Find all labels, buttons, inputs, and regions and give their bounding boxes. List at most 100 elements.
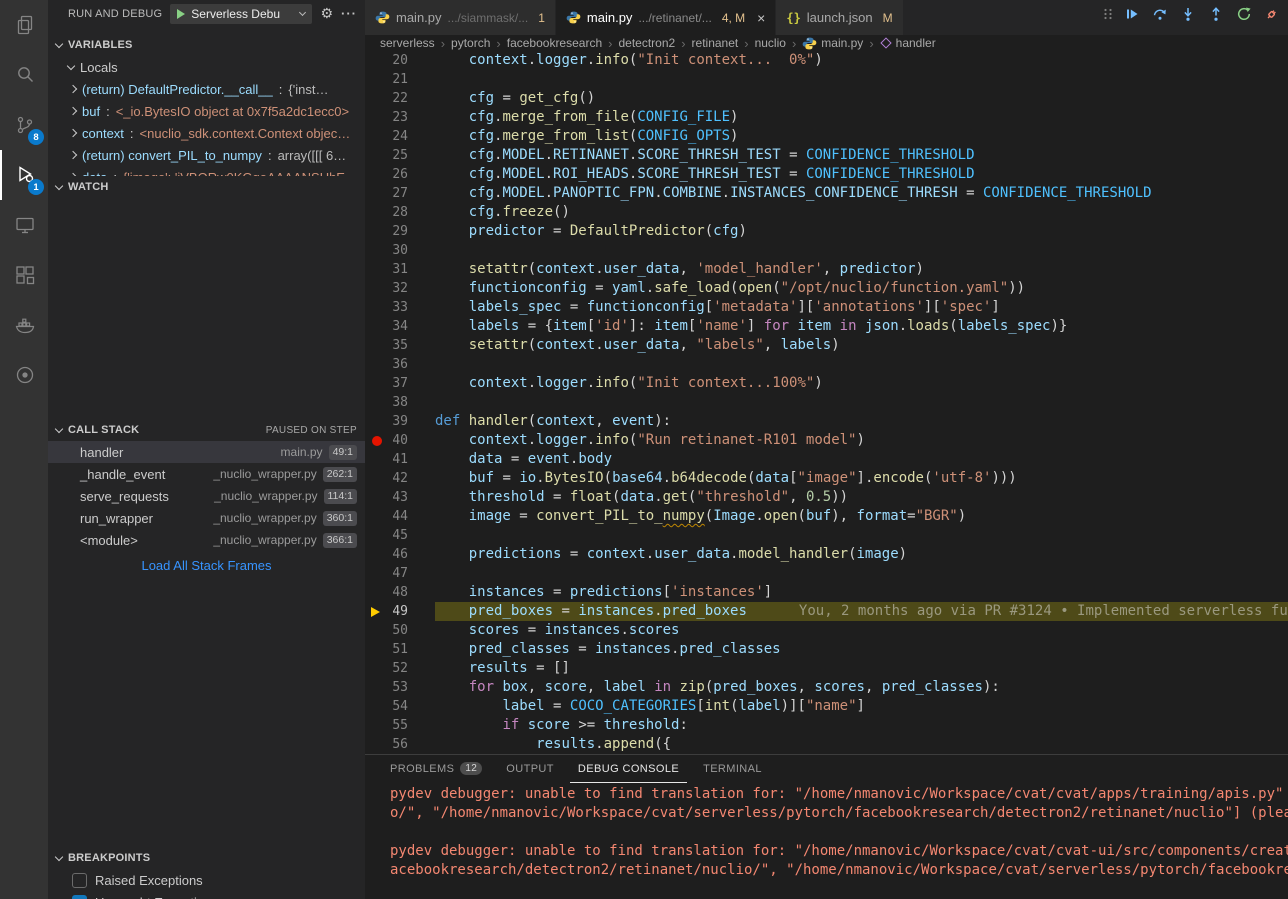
gutter[interactable]: 20 bbox=[365, 51, 435, 70]
gutter[interactable]: 28 bbox=[365, 203, 435, 222]
checkbox[interactable]: ✓ bbox=[72, 895, 87, 899]
gutter[interactable]: 29 bbox=[365, 222, 435, 241]
start-debug-icon[interactable] bbox=[177, 9, 185, 19]
gutter[interactable]: 38 bbox=[365, 393, 435, 412]
step-into-button[interactable] bbox=[1178, 3, 1198, 25]
breadcrumb-item[interactable]: facebookresearch bbox=[507, 36, 602, 50]
continue-button[interactable] bbox=[1122, 3, 1142, 25]
gutter[interactable]: 21 bbox=[365, 70, 435, 89]
gutter[interactable]: 33 bbox=[365, 298, 435, 317]
gutter[interactable]: 48 bbox=[365, 583, 435, 602]
code-line[interactable]: 31 setattr(context.user_data, 'model_han… bbox=[365, 260, 1288, 279]
breadcrumb-item[interactable]: handler bbox=[880, 36, 936, 50]
call-stack-frame[interactable]: <module>_nuclio_wrapper.py366:1 bbox=[48, 529, 365, 551]
gutter[interactable]: 40 bbox=[365, 431, 435, 450]
code-line[interactable]: 30 bbox=[365, 241, 1288, 260]
editor-tab[interactable]: {}launch.jsonM bbox=[776, 0, 903, 35]
gutter[interactable]: 27 bbox=[365, 184, 435, 203]
drag-grip-icon[interactable] bbox=[1102, 3, 1114, 25]
code-line[interactable]: 20 context.logger.info("Init context... … bbox=[365, 51, 1288, 70]
gutter[interactable]: 47 bbox=[365, 564, 435, 583]
breadcrumb-item[interactable]: retinanet bbox=[692, 36, 739, 50]
source-control-icon[interactable]: 8 bbox=[0, 100, 48, 150]
step-over-button[interactable] bbox=[1150, 3, 1170, 25]
gutter[interactable]: 36 bbox=[365, 355, 435, 374]
gutter[interactable]: 42 bbox=[365, 469, 435, 488]
code-line[interactable]: 27 cfg.MODEL.PANOPTIC_FPN.COMBINE.INSTAN… bbox=[365, 184, 1288, 203]
code-line[interactable]: 39def handler(context, event): bbox=[365, 412, 1288, 431]
code-line[interactable]: 35 setattr(context.user_data, "labels", … bbox=[365, 336, 1288, 355]
breakpoint-row[interactable]: Raised Exceptions bbox=[48, 869, 365, 891]
code-line[interactable]: 25 cfg.MODEL.RETINANET.SCORE_THRESH_TEST… bbox=[365, 146, 1288, 165]
gutter[interactable]: 44 bbox=[365, 507, 435, 526]
code-line[interactable]: 44 image = convert_PIL_to_numpy(Image.op… bbox=[365, 507, 1288, 526]
code-line[interactable]: 26 cfg.MODEL.ROI_HEADS.SCORE_THRESH_TEST… bbox=[365, 165, 1288, 184]
code-line[interactable]: 46 predictions = context.user_data.model… bbox=[365, 545, 1288, 564]
code-line[interactable]: 34 labels = {item['id']: item['name'] fo… bbox=[365, 317, 1288, 336]
gutter[interactable]: 34 bbox=[365, 317, 435, 336]
gutter[interactable]: 26 bbox=[365, 165, 435, 184]
breadcrumb-item[interactable]: serverless bbox=[380, 36, 435, 50]
search-icon[interactable] bbox=[0, 50, 48, 100]
code-line[interactable]: 43 threshold = float(data.get("threshold… bbox=[365, 488, 1288, 507]
call-stack-frame[interactable]: serve_requests_nuclio_wrapper.py114:1 bbox=[48, 485, 365, 507]
code-line[interactable]: 53 for box, score, label in zip(pred_box… bbox=[365, 678, 1288, 697]
call-stack-frame[interactable]: run_wrapper_nuclio_wrapper.py360:1 bbox=[48, 507, 365, 529]
code-line[interactable]: 37 context.logger.info("Init context...1… bbox=[365, 374, 1288, 393]
code-editor[interactable]: 20 context.logger.info("Init context... … bbox=[365, 51, 1288, 754]
panel-tab-output[interactable]: OUTPUT bbox=[498, 755, 562, 783]
breakpoint-row[interactable]: ✓Uncaught Exceptions bbox=[48, 891, 365, 899]
code-line[interactable]: 56 results.append({ bbox=[365, 735, 1288, 754]
step-out-button[interactable] bbox=[1206, 3, 1226, 25]
disconnect-button[interactable] bbox=[1262, 3, 1282, 25]
gutter[interactable]: 46 bbox=[365, 545, 435, 564]
editor-tab[interactable]: main.py.../retinanet/...4, M× bbox=[556, 0, 776, 35]
code-line[interactable]: 42 buf = io.BytesIO(base64.b64decode(dat… bbox=[365, 469, 1288, 488]
gutter[interactable]: 32 bbox=[365, 279, 435, 298]
checkbox[interactable] bbox=[72, 873, 87, 888]
gutter[interactable]: 24 bbox=[365, 127, 435, 146]
gutter[interactable]: 56 bbox=[365, 735, 435, 754]
code-line[interactable]: 24 cfg.merge_from_list(CONFIG_OPTS) bbox=[365, 127, 1288, 146]
explorer-icon[interactable] bbox=[0, 0, 48, 50]
variables-section-header[interactable]: VARIABLES bbox=[48, 34, 365, 56]
variable-row[interactable]: context: <nuclio_sdk.context.Context obj… bbox=[48, 122, 365, 144]
code-line[interactable]: 21 bbox=[365, 70, 1288, 89]
extensions-icon[interactable] bbox=[0, 250, 48, 300]
gutter[interactable]: 22 bbox=[365, 89, 435, 108]
gutter[interactable]: 31 bbox=[365, 260, 435, 279]
gutter[interactable]: 25 bbox=[365, 146, 435, 165]
gutter[interactable]: 37 bbox=[365, 374, 435, 393]
code-line[interactable]: 29 predictor = DefaultPredictor(cfg) bbox=[365, 222, 1288, 241]
code-line[interactable]: 50 scores = instances.scores bbox=[365, 621, 1288, 640]
variable-row[interactable]: (return) convert_PIL_to_numpy: array([[[… bbox=[48, 144, 365, 166]
load-all-stack-frames-link[interactable]: Load All Stack Frames bbox=[48, 558, 365, 573]
launch-config-dropdown[interactable]: Serverless Debu bbox=[170, 4, 312, 24]
code-line[interactable]: 28 cfg.freeze() bbox=[365, 203, 1288, 222]
call-stack-section-header[interactable]: CALL STACK PAUSED ON STEP bbox=[48, 419, 365, 441]
code-line[interactable]: 51 pred_classes = instances.pred_classes bbox=[365, 640, 1288, 659]
variable-row[interactable]: buf: <_io.BytesIO object at 0x7f5a2dc1ec… bbox=[48, 100, 365, 122]
gutter[interactable]: 23 bbox=[365, 108, 435, 127]
gutter[interactable]: 52 bbox=[365, 659, 435, 678]
run-and-debug-icon[interactable]: 1 bbox=[0, 150, 48, 200]
call-stack-frame[interactable]: _handle_event_nuclio_wrapper.py262:1 bbox=[48, 463, 365, 485]
gutter[interactable]: 35 bbox=[365, 336, 435, 355]
code-line[interactable]: 33 labels_spec = functionconfig['metadat… bbox=[365, 298, 1288, 317]
code-line[interactable]: 55 if score >= threshold: bbox=[365, 716, 1288, 735]
close-icon[interactable]: × bbox=[757, 11, 765, 25]
breadcrumb-item[interactable]: nuclio bbox=[755, 36, 786, 50]
breakpoints-section-header[interactable]: BREAKPOINTS bbox=[48, 847, 365, 869]
gutter[interactable]: 50 bbox=[365, 621, 435, 640]
code-line[interactable]: 36 bbox=[365, 355, 1288, 374]
code-line[interactable]: 45 bbox=[365, 526, 1288, 545]
code-line[interactable]: 54 label = COCO_CATEGORIES[int(label)]["… bbox=[365, 697, 1288, 716]
variable-row[interactable]: data: {'image': 'iVBORw0KGgoAAAANSUhE… bbox=[48, 166, 365, 176]
code-line[interactable]: 23 cfg.merge_from_file(CONFIG_FILE) bbox=[365, 108, 1288, 127]
gutter[interactable]: 55 bbox=[365, 716, 435, 735]
gutter[interactable]: 49 bbox=[365, 602, 435, 621]
gutter[interactable]: 30 bbox=[365, 241, 435, 260]
panel-tab-problems[interactable]: PROBLEMS12 bbox=[382, 755, 490, 783]
code-line[interactable]: 52 results = [] bbox=[365, 659, 1288, 678]
gutter[interactable]: 54 bbox=[365, 697, 435, 716]
